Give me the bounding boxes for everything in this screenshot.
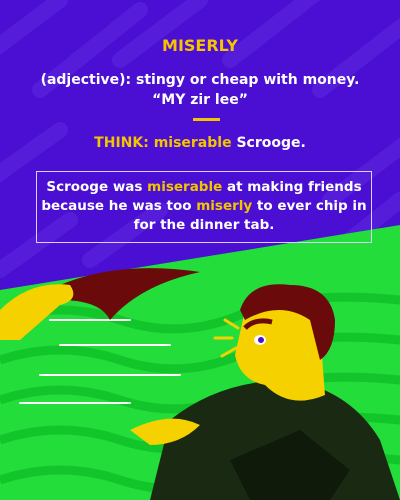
example-sentence-box: Scrooge was miserable at making friends … [36,171,372,243]
mnemonic: THINK: miserable Scrooge. [0,135,400,151]
definition-block: (adjective): stingy or cheap with money.… [0,70,400,110]
example-highlight: miserly [196,198,253,214]
think-label: THINK: [94,135,149,151]
pronunciation: “MY zir lee” [152,92,248,108]
example-highlight: miserable [147,179,223,195]
think-suffix: Scrooge. [236,135,306,151]
example-text: Scrooge was [46,179,148,195]
definition: (adjective): stingy or cheap with money. [40,72,360,88]
vocab-word: MISERLY [162,36,238,55]
think-highlight: miserable [153,135,232,151]
divider [193,118,220,121]
